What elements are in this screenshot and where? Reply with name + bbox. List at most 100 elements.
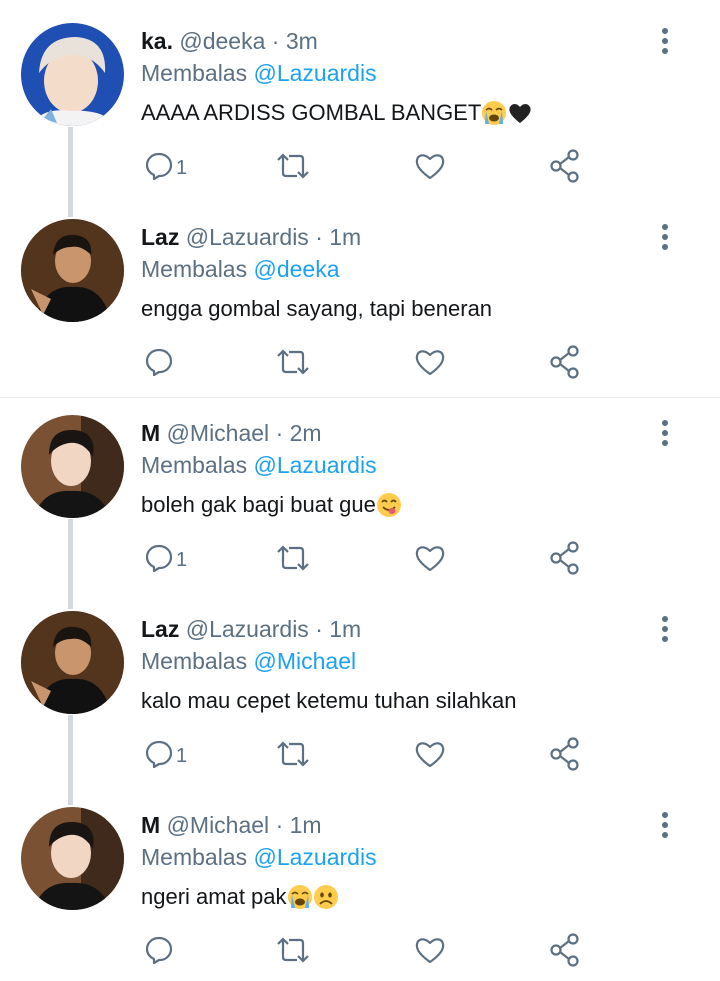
- reply-context: Membalas @deeka: [141, 255, 340, 283]
- reply-count: 1: [176, 156, 188, 179]
- heart-icon: [414, 543, 446, 578]
- reply-button[interactable]: 1: [144, 148, 187, 188]
- display-name[interactable]: Laz: [141, 224, 179, 250]
- tweet-header: Laz @Lazuardis · 1m: [141, 223, 361, 251]
- timestamp[interactable]: 1m: [329, 224, 361, 250]
- separator: ·: [275, 812, 284, 838]
- user-handle[interactable]: @Lazuardis: [186, 616, 309, 642]
- loudly-crying-face-icon: [287, 884, 313, 917]
- retweet-icon: [275, 347, 311, 382]
- retweet-button[interactable]: [275, 540, 311, 580]
- share-button[interactable]: [549, 736, 581, 776]
- avatar[interactable]: [21, 219, 124, 322]
- timestamp[interactable]: 3m: [286, 28, 318, 54]
- more-options-icon[interactable]: [657, 223, 673, 253]
- reply-button[interactable]: [144, 344, 176, 384]
- like-button[interactable]: [414, 736, 446, 776]
- avatar[interactable]: [21, 415, 124, 518]
- reply-context: Membalas @Lazuardis: [141, 59, 377, 87]
- reply-mention[interactable]: @deeka: [254, 256, 340, 282]
- share-button[interactable]: [549, 932, 581, 972]
- retweet-icon: [275, 543, 311, 578]
- reply-prefix: Membalas: [141, 60, 248, 86]
- tweet-body: AAAA ARDISS GOMBAL BANGET: [141, 100, 482, 125]
- tweet-actions: 1: [141, 736, 601, 776]
- retweet-button[interactable]: [275, 932, 311, 972]
- user-handle[interactable]: @Michael: [167, 812, 270, 838]
- like-button[interactable]: [414, 932, 446, 972]
- reply-prefix: Membalas: [141, 452, 248, 478]
- timestamp[interactable]: 1m: [290, 812, 322, 838]
- reply-count: 1: [176, 744, 188, 767]
- share-icon: [549, 540, 581, 580]
- tweet[interactable]: Laz @Lazuardis · 1m Membalas @deeka engg…: [0, 196, 720, 396]
- tweet-actions: [141, 932, 601, 972]
- reply-icon: [144, 935, 174, 970]
- heart-icon: [414, 151, 446, 186]
- retweet-button[interactable]: [275, 344, 311, 384]
- avatar[interactable]: [21, 23, 124, 126]
- tweet[interactable]: M @Michael · 1m Membalas @Lazuardis nger…: [0, 784, 720, 981]
- display-name[interactable]: Laz: [141, 616, 179, 642]
- display-name[interactable]: ka.: [141, 28, 173, 54]
- reply-mention[interactable]: @Lazuardis: [254, 60, 377, 86]
- user-handle[interactable]: @Lazuardis: [186, 224, 309, 250]
- display-name[interactable]: M: [141, 812, 160, 838]
- heart-icon: [414, 739, 446, 774]
- tweet-header: M @Michael · 1m: [141, 811, 322, 839]
- black-heart-icon: [507, 100, 533, 133]
- tweet-header: Laz @Lazuardis · 1m: [141, 615, 361, 643]
- reply-prefix: Membalas: [141, 648, 248, 674]
- reply-icon: [144, 543, 174, 578]
- reply-button[interactable]: 1: [144, 736, 187, 776]
- reply-icon: [144, 151, 174, 186]
- retweet-icon: [275, 151, 311, 186]
- display-name[interactable]: M: [141, 420, 160, 446]
- retweet-button[interactable]: [275, 736, 311, 776]
- timestamp[interactable]: 2m: [290, 420, 322, 446]
- retweet-icon: [275, 935, 311, 970]
- more-options-icon[interactable]: [657, 811, 673, 841]
- tweet-header: ka. @deeka · 3m: [141, 27, 318, 55]
- share-icon: [549, 736, 581, 776]
- tweet-text: boleh gak bagi buat gue: [141, 491, 402, 525]
- share-icon: [549, 344, 581, 384]
- tweet[interactable]: M @Michael · 2m Membalas @Lazuardis bole…: [0, 392, 720, 592]
- more-options-icon[interactable]: [657, 419, 673, 449]
- like-button[interactable]: [414, 344, 446, 384]
- tweet-body: boleh gak bagi buat gue: [141, 492, 376, 517]
- tweet-body: kalo mau cepet ketemu tuhan silahkan: [141, 688, 517, 713]
- heart-icon: [414, 347, 446, 382]
- timestamp[interactable]: 1m: [329, 616, 361, 642]
- reply-prefix: Membalas: [141, 844, 248, 870]
- like-button[interactable]: [414, 540, 446, 580]
- separator: ·: [315, 616, 323, 642]
- share-icon: [549, 932, 581, 972]
- reply-icon: [144, 347, 174, 382]
- tweet-actions: [141, 344, 601, 384]
- user-handle[interactable]: @deeka: [179, 28, 265, 54]
- avatar[interactable]: [21, 807, 124, 910]
- tweet-text: kalo mau cepet ketemu tuhan silahkan: [141, 687, 516, 715]
- reply-mention[interactable]: @Lazuardis: [254, 844, 377, 870]
- separator: ·: [271, 28, 280, 54]
- retweet-button[interactable]: [275, 148, 311, 188]
- retweet-icon: [275, 739, 311, 774]
- separator: ·: [315, 224, 323, 250]
- share-button[interactable]: [549, 148, 581, 188]
- more-options-icon[interactable]: [657, 27, 673, 57]
- tweet[interactable]: Laz @Lazuardis · 1m Membalas @Michael ka…: [0, 588, 720, 788]
- share-button[interactable]: [549, 344, 581, 384]
- user-handle[interactable]: @Michael: [167, 420, 270, 446]
- reply-button[interactable]: 1: [144, 540, 187, 580]
- more-options-icon[interactable]: [657, 615, 673, 645]
- tweet[interactable]: ka. @deeka · 3m Membalas @Lazuardis AAAA…: [0, 0, 720, 200]
- like-button[interactable]: [414, 148, 446, 188]
- reply-button[interactable]: [144, 932, 176, 972]
- share-button[interactable]: [549, 540, 581, 580]
- loudly-crying-face-icon: [481, 100, 507, 133]
- reply-mention[interactable]: @Lazuardis: [254, 452, 377, 478]
- reply-mention[interactable]: @Michael: [254, 648, 357, 674]
- tweet-actions: 1: [141, 540, 601, 580]
- avatar[interactable]: [21, 611, 124, 714]
